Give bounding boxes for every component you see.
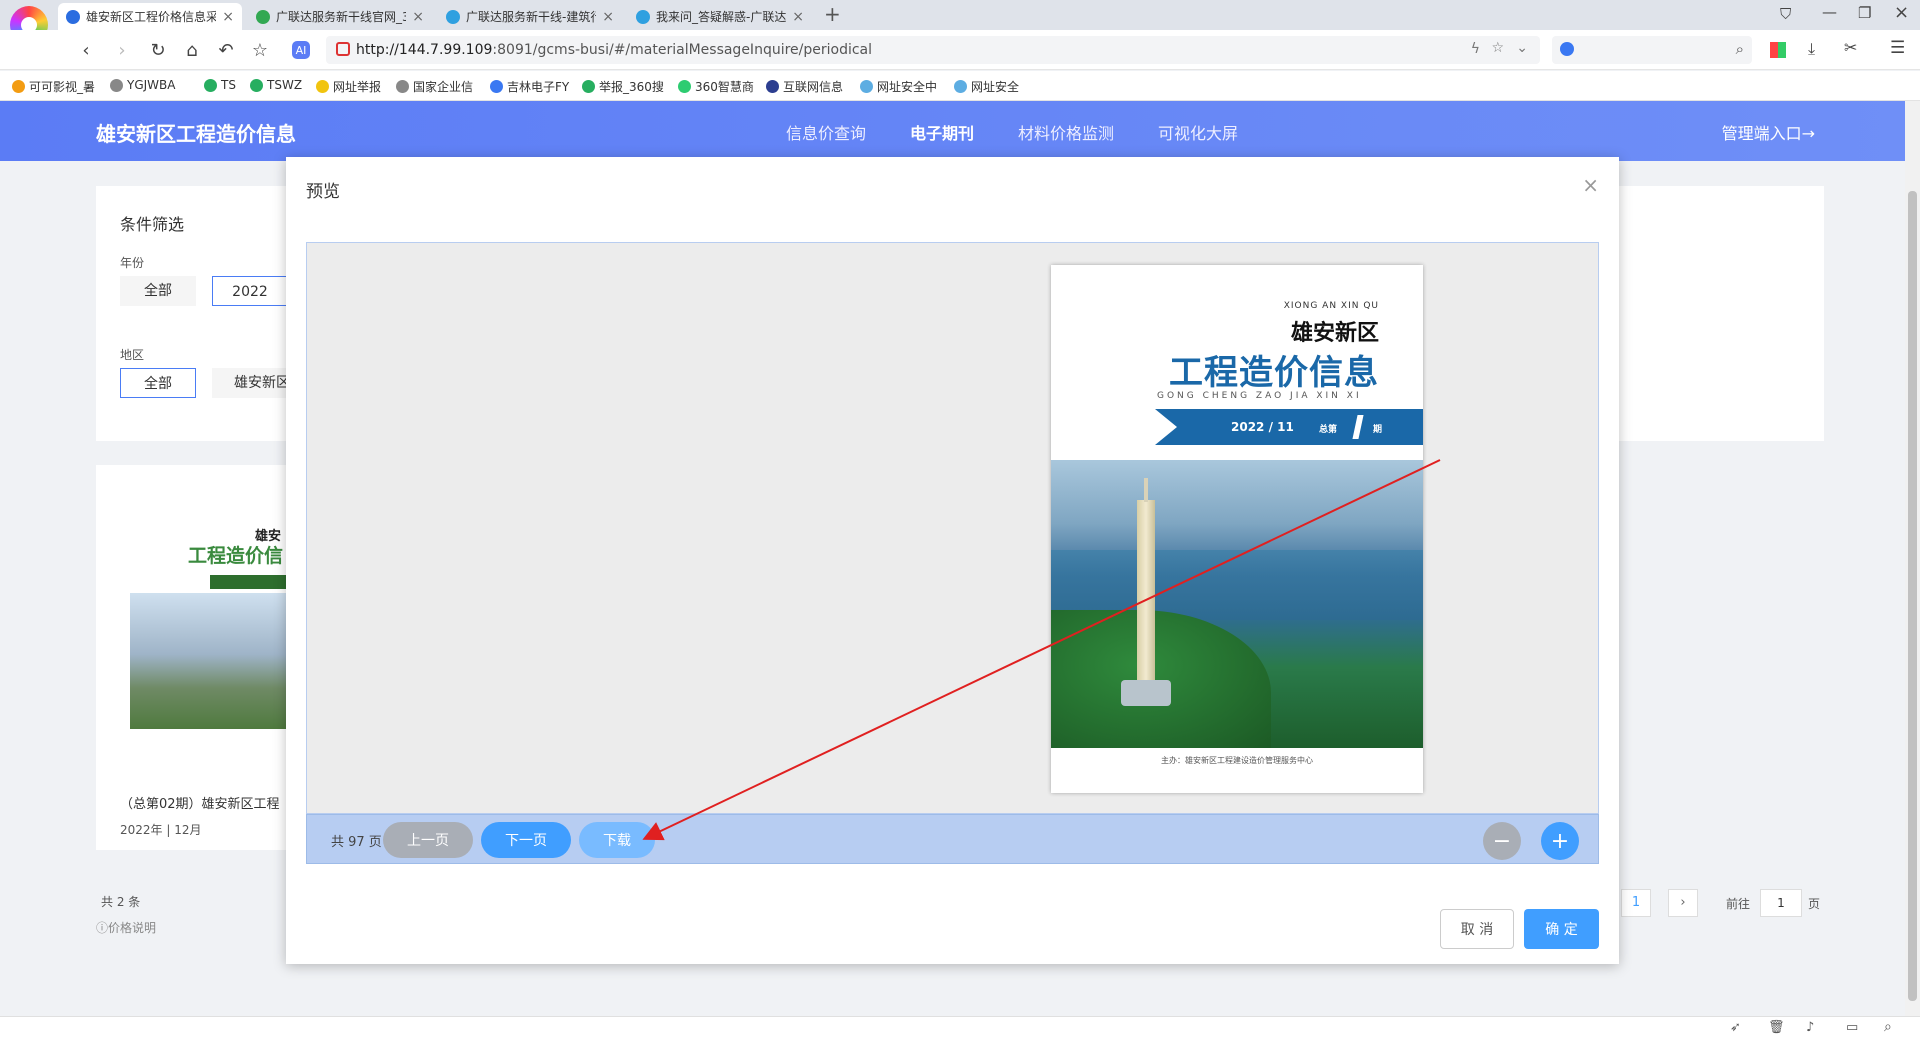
speaker-icon[interactable]: ♪ xyxy=(1806,1020,1814,1035)
zoom-icon[interactable]: ⌕ xyxy=(1884,1019,1892,1035)
window-icon[interactable]: ▭ xyxy=(1846,1020,1858,1035)
annotation-arrow xyxy=(642,459,1441,841)
trash-icon[interactable]: 🗑 xyxy=(1768,1020,1785,1035)
browser-status-bar: ➶ 🗑 ♪ ▭ ⌕ xyxy=(0,1016,1920,1040)
rocket-icon[interactable]: ➶ xyxy=(1730,1020,1741,1035)
page-scrollbar[interactable] xyxy=(1905,101,1920,1016)
scrollbar-thumb[interactable] xyxy=(1908,191,1917,1001)
